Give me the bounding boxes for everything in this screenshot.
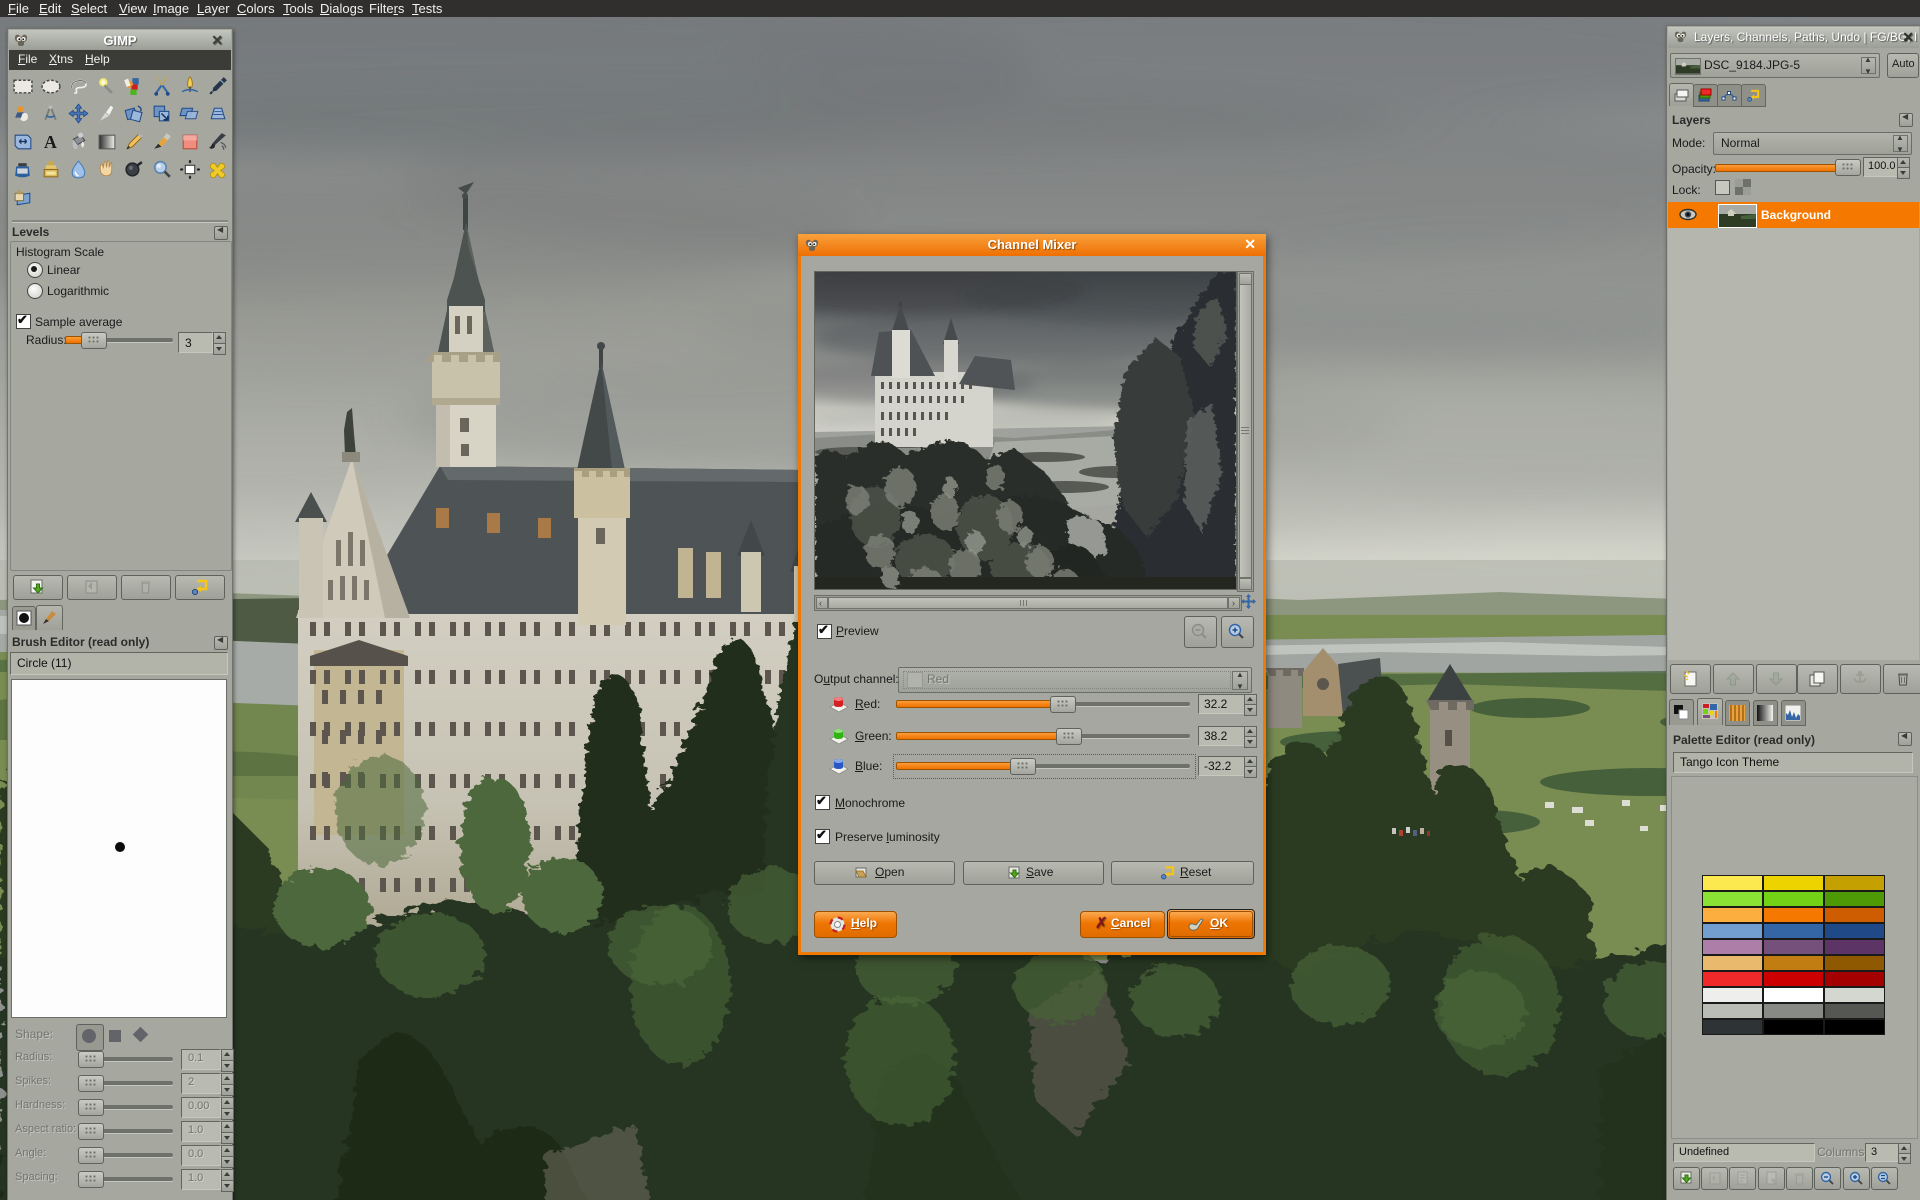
svg-text:A: A [44, 132, 57, 152]
